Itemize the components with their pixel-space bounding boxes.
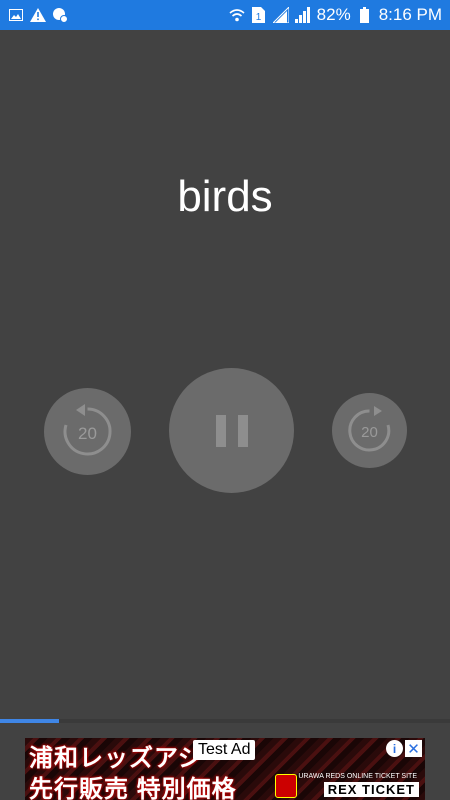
pause-icon [215,414,248,447]
rewind-label: 20 [78,424,97,443]
battery-percent: 82% [316,5,351,24]
status-bar-right: 1 82% 8:16 PM [229,5,442,25]
ad-site-label: URAWA REDS ONLINE TICKET SITE [298,773,417,780]
wifi-icon [229,7,245,23]
ad-info-icon[interactable]: i [386,740,403,757]
rewind-icon: 20 [63,404,112,456]
status-bar-left [8,7,68,23]
clock: 8:16 PM [378,5,442,24]
ad-close-icon[interactable]: ✕ [405,740,422,758]
battery-icon [357,7,373,23]
progress-bar[interactable] [0,719,450,723]
image-icon [8,7,24,23]
sim-icon: 1 [251,7,267,23]
forward-label: 20 [361,424,378,441]
ad-logo [275,774,297,798]
ad-subheadline: 先行販売 特別価格 [29,776,237,800]
ad-banner[interactable]: 浦和レッズアジ 先行販売 特別価格 Test Ad i ✕ URAWA REDS… [25,738,425,800]
forward-icon: 20 [348,406,391,452]
test-ad-label: Test Ad [193,740,256,760]
rewind-20-button[interactable]: 20 [44,388,131,475]
ad-ticket-brand: REX TICKET [323,782,419,797]
pause-button[interactable] [169,368,294,493]
status-bar: 1 82% 8:16 PM [0,0,450,30]
signal-icon [294,7,311,23]
svg-text:1: 1 [256,12,262,23]
ad-headline: 浦和レッズアジ [29,745,204,772]
signal-icon [272,7,289,23]
forward-20-button[interactable]: 20 [332,393,407,468]
settings-notification-icon [52,7,68,23]
progress-fill [0,719,59,723]
warning-icon [30,7,46,23]
track-title: birds [177,172,273,221]
